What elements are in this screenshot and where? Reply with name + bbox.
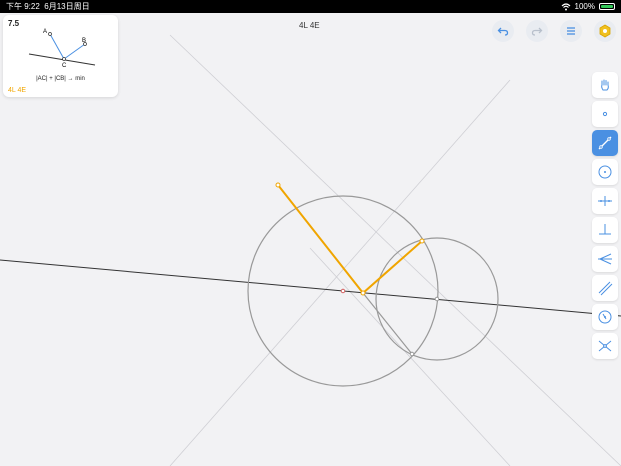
point-c-label: C [62, 63, 67, 69]
faint-construction-line [309, 247, 511, 466]
hand-icon [601, 79, 609, 91]
faint-construction-line [169, 79, 511, 466]
level-formula: |AC| + |CB| → min [36, 76, 85, 82]
circle-icon [598, 165, 612, 179]
tool-point[interactable] [592, 101, 618, 127]
battery-percent: 100% [574, 2, 595, 11]
perpendicular-icon [599, 224, 611, 235]
construction-segment [362, 292, 413, 355]
tool-angle-bisector[interactable] [592, 246, 618, 272]
hint-button[interactable] [594, 20, 616, 42]
redo-icon [531, 27, 543, 36]
status-right: 100% [561, 0, 615, 13]
goals-counter: 4L 4E [299, 21, 320, 30]
compass-icon [598, 310, 612, 324]
menu-icon [567, 27, 575, 35]
undo-button[interactable] [492, 20, 514, 42]
given-line [0, 259, 621, 317]
status-date-text: 6月13日周日 [44, 2, 90, 11]
angle-bisector-icon [598, 253, 612, 265]
wifi-icon [561, 2, 570, 10]
level-number: 7.5 [8, 19, 20, 28]
perpendicular-bisector-icon [598, 196, 612, 206]
line-icon [598, 136, 612, 150]
level-card[interactable]: A B C 7.5 |AC| + |CB| → min 4L 4E [3, 15, 118, 97]
hint-icon [599, 24, 611, 38]
point-a-label: A [43, 29, 47, 35]
center-point[interactable] [340, 288, 346, 294]
battery-icon [599, 3, 615, 10]
menu-button[interactable] [560, 20, 582, 42]
tool-move[interactable] [592, 72, 618, 98]
intersect-icon [598, 340, 612, 352]
tool-line[interactable] [592, 130, 618, 156]
level-diagram: A B C [28, 29, 96, 69]
status-time-text: 下午 9:22 [6, 2, 40, 11]
status-time: 下午 9:22 6月13日周日 [6, 0, 90, 13]
tool-parallel[interactable] [592, 275, 618, 301]
center-point[interactable] [434, 296, 440, 302]
level-goals: 4L 4E [8, 87, 27, 94]
point-a[interactable] [275, 182, 281, 188]
faint-construction-line [169, 34, 621, 466]
intersection-point[interactable] [409, 351, 415, 357]
point-c[interactable] [360, 290, 366, 296]
tool-intersect[interactable] [592, 333, 618, 359]
redo-button[interactable] [526, 20, 548, 42]
parallel-icon [598, 281, 613, 296]
point-b[interactable] [419, 238, 425, 244]
solution-path [277, 184, 423, 295]
point-icon [602, 111, 608, 117]
tool-perpendicular-bisector[interactable] [592, 188, 618, 214]
tool-perpendicular[interactable] [592, 217, 618, 243]
undo-icon [497, 27, 509, 36]
tool-circle[interactable] [592, 159, 618, 185]
status-bar: 下午 9:22 6月13日周日 100% [0, 0, 621, 13]
point-b-label: B [82, 38, 86, 44]
tool-compass[interactable] [592, 304, 618, 330]
